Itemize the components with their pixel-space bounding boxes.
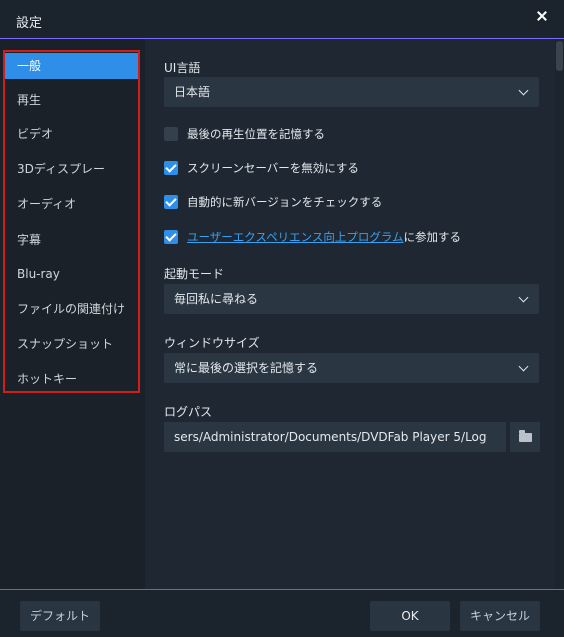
ui-language-label: UI言語 bbox=[164, 61, 201, 75]
sidebar-item-bluray[interactable]: Blu-ray bbox=[5, 261, 138, 287]
remember-position-option[interactable]: 最後の再生位置を記憶する bbox=[164, 126, 325, 142]
remember-position-checkbox[interactable] bbox=[164, 127, 178, 141]
browse-folder-button[interactable] bbox=[510, 422, 540, 452]
scrollbar[interactable] bbox=[555, 39, 564, 589]
remember-position-label: 最後の再生位置を記憶する bbox=[187, 127, 325, 141]
window-title: 設定 bbox=[16, 16, 43, 31]
cancel-button[interactable]: キャンセル bbox=[460, 601, 540, 631]
disable-screensaver-option[interactable]: スクリーンセーバーを無効にする bbox=[164, 160, 359, 176]
dialog-footer: デフォルト OK キャンセル bbox=[0, 589, 564, 637]
sidebar-item-audio[interactable]: オーディオ bbox=[5, 191, 138, 217]
ui-language-select[interactable]: 日本語 bbox=[164, 77, 539, 107]
startup-mode-select[interactable]: 毎回私に尋ねる bbox=[164, 284, 539, 314]
log-path-label: ログパス bbox=[164, 405, 213, 419]
window-size-label: ウィンドウサイズ bbox=[164, 336, 260, 350]
sidebar-item-general[interactable]: 一般 bbox=[5, 53, 138, 79]
startup-mode-value: 毎回私に尋ねる bbox=[174, 292, 259, 306]
ui-language-value: 日本語 bbox=[174, 85, 211, 99]
chevron-down-icon bbox=[518, 292, 529, 303]
default-button[interactable]: デフォルト bbox=[20, 601, 100, 631]
auto-update-check-label: 自動的に新バージョンをチェックする bbox=[187, 195, 383, 209]
sidebar-item-playback[interactable]: 再生 bbox=[5, 87, 138, 113]
log-path-input[interactable]: sers/Administrator/Documents/DVDFab Play… bbox=[164, 422, 506, 452]
sidebar-item-3d-display[interactable]: 3Dディスプレー bbox=[5, 156, 138, 182]
disable-screensaver-checkbox[interactable] bbox=[164, 161, 178, 175]
general-settings-panel: UI言語 日本語 最後の再生位置を記憶する スクリーンセーバーを無効にする 自動… bbox=[145, 39, 555, 589]
chevron-down-icon bbox=[518, 85, 529, 96]
title-bar: 設定 bbox=[0, 0, 564, 39]
startup-mode-label: 起動モード bbox=[164, 267, 225, 281]
sidebar-item-subtitles[interactable]: 字幕 bbox=[5, 227, 138, 253]
scrollbar-thumb[interactable] bbox=[556, 41, 563, 71]
sidebar-item-video[interactable]: ビデオ bbox=[5, 121, 138, 147]
ok-button[interactable]: OK bbox=[370, 601, 450, 631]
ux-program-suffix: に参加する bbox=[403, 230, 462, 244]
ux-program-option[interactable]: ユーザーエクスペリエンス向上プログラムに参加する bbox=[164, 229, 461, 245]
auto-update-check-option[interactable]: 自動的に新バージョンをチェックする bbox=[164, 194, 382, 210]
ux-program-link[interactable]: ユーザーエクスペリエンス向上プログラム bbox=[187, 230, 404, 244]
folder-icon bbox=[519, 430, 532, 442]
ux-program-checkbox[interactable] bbox=[164, 230, 178, 244]
sidebar-item-hotkeys[interactable]: ホットキー bbox=[5, 366, 138, 392]
sidebar-item-file-association[interactable]: ファイルの関連付け bbox=[5, 296, 138, 322]
sidebar-item-snapshot[interactable]: スナップショット bbox=[5, 331, 138, 357]
window-size-select[interactable]: 常に最後の選択を記憶する bbox=[164, 353, 539, 383]
settings-sidebar: 一般 再生 ビデオ 3Dディスプレー オーディオ 字幕 Blu-ray ファイル… bbox=[0, 39, 145, 589]
auto-update-check-checkbox[interactable] bbox=[164, 195, 178, 209]
close-icon[interactable] bbox=[534, 8, 550, 24]
chevron-down-icon bbox=[518, 361, 529, 372]
window-size-value: 常に最後の選択を記憶する bbox=[174, 361, 319, 375]
disable-screensaver-label: スクリーンセーバーを無効にする bbox=[187, 161, 359, 175]
